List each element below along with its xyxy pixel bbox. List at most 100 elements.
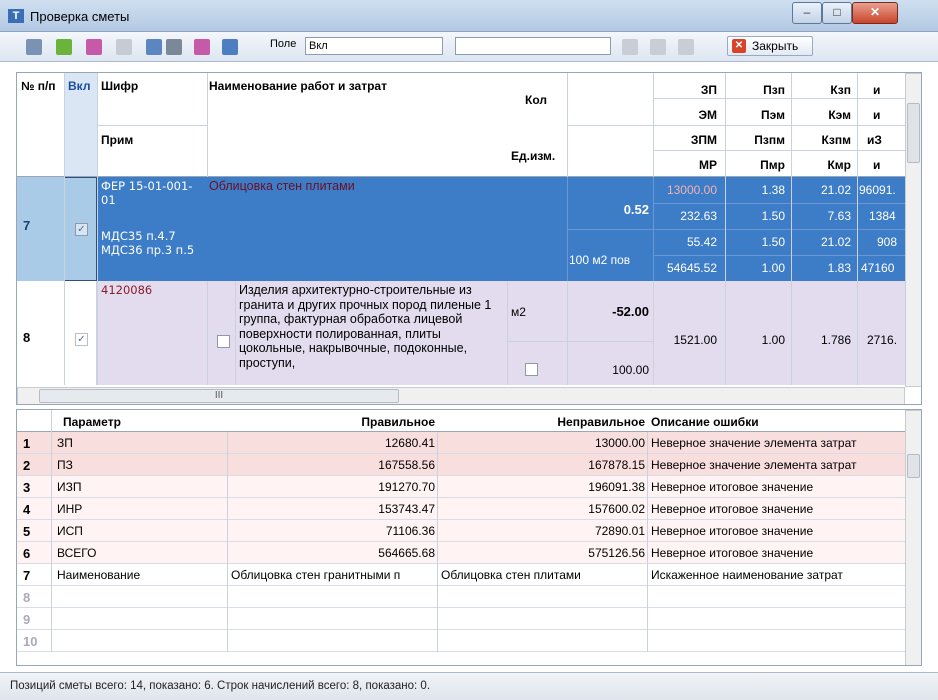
error-param: ИЗП bbox=[57, 480, 82, 494]
window-title: Проверка сметы bbox=[30, 9, 130, 24]
row-7-v2-2: 7.63 bbox=[827, 209, 851, 223]
errors-header-correct[interactable]: Правильное bbox=[229, 415, 435, 429]
filter-select[interactable] bbox=[455, 37, 611, 55]
error-param: ЗП bbox=[57, 436, 73, 450]
error-row-num: 4 bbox=[23, 502, 31, 517]
row-7-v3-1: 1.50 bbox=[761, 235, 785, 249]
error-desc: Неверное значение элемента затрат bbox=[651, 436, 857, 450]
filter-next-icon[interactable] bbox=[650, 39, 666, 55]
error-row[interactable]: 1 ЗП 12680.41 13000.00 Неверное значение… bbox=[17, 432, 905, 454]
row-8-qty: -52.00 bbox=[612, 304, 649, 319]
errors-scrollbar-thumb[interactable] bbox=[907, 454, 920, 478]
minimize-button[interactable]: – bbox=[792, 2, 822, 24]
window-close-button[interactable]: ✕ bbox=[852, 2, 898, 24]
header-name[interactable]: Наименование работ и затрат bbox=[209, 79, 387, 93]
header-r4-2[interactable]: Кмр bbox=[795, 158, 851, 172]
header-on[interactable]: Вкл bbox=[68, 79, 90, 93]
row-8-qty-checkbox[interactable] bbox=[525, 363, 538, 376]
header-r3-0[interactable]: ЗПМ bbox=[657, 133, 717, 147]
print-preview-icon[interactable] bbox=[146, 39, 162, 55]
errors-header-desc[interactable]: Описание ошибки bbox=[651, 415, 759, 429]
error-row[interactable]: 5 ИСП 71106.36 72890.01 Неверное итогово… bbox=[17, 520, 905, 542]
error-param: Наименование bbox=[57, 568, 141, 582]
row-8-code: 4120086 bbox=[101, 283, 153, 297]
error-desc: Неверное итоговое значение bbox=[651, 546, 814, 560]
maximize-button[interactable]: □ bbox=[822, 2, 852, 24]
app-icon: T bbox=[8, 9, 24, 23]
header-r4-0[interactable]: МР bbox=[657, 158, 717, 172]
row-8-checkbox[interactable]: ✓ bbox=[75, 333, 88, 346]
header-r3-1[interactable]: Пзпм bbox=[729, 133, 785, 147]
header-r2-3[interactable]: и bbox=[873, 108, 880, 122]
error-row[interactable]: 7 Наименование Облицовка стен гранитными… bbox=[17, 564, 905, 586]
header-r3-2[interactable]: Кзпм bbox=[795, 133, 851, 147]
header-note[interactable]: Прим bbox=[101, 133, 133, 147]
row-7-note: МДС35 п.4.7 МДС36 пр.3 п.5 bbox=[101, 229, 195, 257]
error-correct: Облицовка стен гранитными п bbox=[231, 568, 401, 582]
row-7-v3-2: 21.02 bbox=[820, 235, 851, 249]
horizontal-scrollbar-thumb[interactable]: III bbox=[39, 389, 399, 403]
header-qty[interactable]: Кол bbox=[525, 93, 547, 107]
error-row-num: 3 bbox=[23, 480, 31, 495]
header-r1-0[interactable]: ЗП bbox=[657, 83, 717, 97]
header-r2-2[interactable]: Кэм bbox=[795, 108, 851, 122]
error-row[interactable]: 3 ИЗП 191270.70 196091.38 Неверное итого… bbox=[17, 476, 905, 498]
error-row[interactable]: 8 bbox=[17, 586, 905, 608]
export-icon[interactable] bbox=[194, 39, 210, 55]
row-7-v1-0: 13000.00 bbox=[666, 183, 717, 197]
undo-icon[interactable] bbox=[116, 39, 132, 55]
row-7-v4-1: 1.00 bbox=[761, 261, 785, 275]
header-r1-3[interactable]: и bbox=[873, 83, 880, 97]
header-r1-2[interactable]: Кзп bbox=[795, 83, 851, 97]
error-row[interactable]: 10 bbox=[17, 630, 905, 652]
error-row[interactable]: 2 ПЗ 167558.56 167878.15 Неверное значен… bbox=[17, 454, 905, 476]
error-row-num: 7 bbox=[23, 568, 31, 583]
remove-row-icon[interactable] bbox=[86, 39, 102, 55]
header-r3-3[interactable]: иЗ bbox=[867, 133, 882, 147]
error-wrong: 13000.00 bbox=[594, 436, 645, 450]
errors-vertical-scrollbar[interactable] bbox=[905, 410, 921, 665]
error-row-num: 1 bbox=[23, 436, 31, 451]
field-select[interactable]: Вкл bbox=[305, 37, 443, 55]
errors-grid: Параметр Правильное Неправильное Описани… bbox=[16, 409, 922, 666]
header-r4-1[interactable]: Пмр bbox=[729, 158, 785, 172]
error-wrong: 575126.56 bbox=[588, 546, 645, 560]
error-correct: 167558.56 bbox=[378, 458, 435, 472]
header-r2-1[interactable]: Пэм bbox=[729, 108, 785, 122]
error-correct: 71106.36 bbox=[385, 524, 435, 538]
error-row[interactable]: 6 ВСЕГО 564665.68 575126.56 Неверное ито… bbox=[17, 542, 905, 564]
error-row[interactable]: 4 ИНР 153743.47 157600.02 Неверное итого… bbox=[17, 498, 905, 520]
header-unit[interactable]: Ед.изм. bbox=[511, 149, 555, 163]
row-7-v2-3: 1384 bbox=[869, 209, 896, 223]
error-param: ИНР bbox=[57, 502, 83, 516]
error-param: ИСП bbox=[57, 524, 83, 538]
header-r2-0[interactable]: ЭМ bbox=[657, 108, 717, 122]
error-row-num: 9 bbox=[23, 612, 31, 627]
error-wrong: 167878.15 bbox=[588, 458, 645, 472]
add-row-icon[interactable] bbox=[56, 39, 72, 55]
error-desc: Неверное значение элемента затрат bbox=[651, 458, 857, 472]
table-icon[interactable] bbox=[222, 39, 238, 55]
error-row[interactable]: 9 bbox=[17, 608, 905, 630]
error-wrong: 196091.38 bbox=[588, 480, 645, 494]
header-r4-3[interactable]: и bbox=[873, 158, 880, 172]
field-label: Поле bbox=[270, 38, 297, 50]
filter-icon[interactable] bbox=[622, 39, 638, 55]
row-7-checkbox[interactable]: ✓ bbox=[75, 223, 88, 236]
row-7-unit: 100 м2 пов bbox=[569, 253, 631, 267]
error-row-num: 8 bbox=[23, 590, 31, 605]
row-7-v3-3: 908 bbox=[877, 235, 898, 249]
row-7-name: Облицовка стен плитами bbox=[209, 179, 355, 193]
header-r1-1[interactable]: Пзп bbox=[729, 83, 785, 97]
row-8-unit: м2 bbox=[511, 305, 526, 319]
errors-header-param[interactable]: Параметр bbox=[63, 415, 121, 429]
vertical-scrollbar-thumb[interactable] bbox=[907, 103, 920, 163]
row-7-v4-0: 54645.52 bbox=[666, 261, 717, 275]
errors-header-wrong[interactable]: Неправильное bbox=[439, 415, 645, 429]
error-desc: Неверное итоговое значение bbox=[651, 502, 814, 516]
clear-filter-icon[interactable] bbox=[678, 39, 694, 55]
document-icon[interactable] bbox=[26, 39, 42, 55]
header-code[interactable]: Шифр bbox=[101, 79, 138, 93]
print-icon[interactable] bbox=[166, 39, 182, 55]
row-8-name-checkbox[interactable] bbox=[217, 335, 230, 348]
